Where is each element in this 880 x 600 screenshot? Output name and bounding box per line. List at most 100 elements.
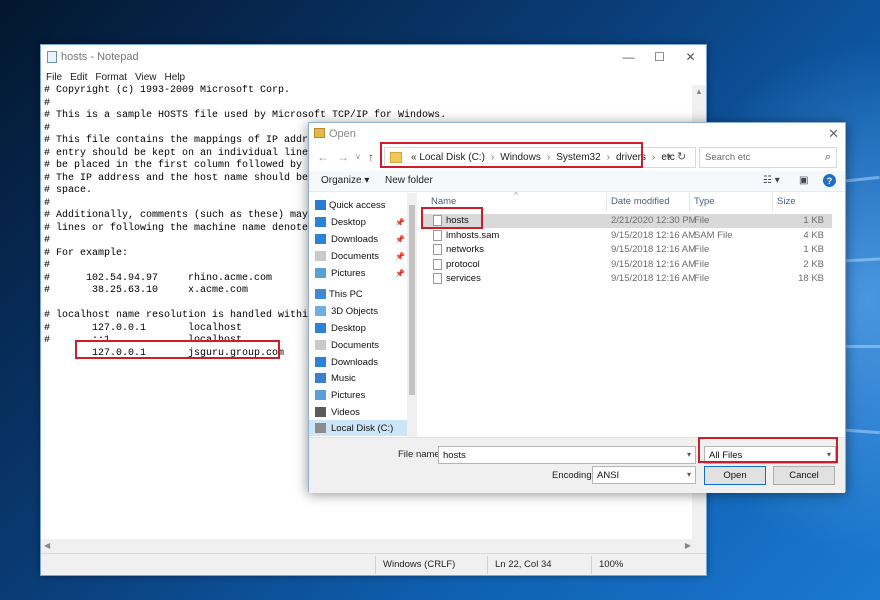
notepad-app-icon [47,51,57,63]
close-button[interactable]: ✕ [675,45,706,69]
nav-item[interactable]: Downloads 📌 [309,231,407,247]
nav-item[interactable]: Quick access [309,197,407,213]
text-line: # Copyright (c) 1993-2009 Microsoft Corp… [44,85,291,96]
file-row[interactable]: networks 9/15/2018 12:16 AM File 1 KB [422,243,832,257]
minimize-button[interactable]: — [613,45,644,69]
file-name-value: hosts [443,449,466,461]
open-button[interactable]: Open [704,466,766,485]
nav-item[interactable]: 3D Objects [309,303,407,319]
scroll-up-icon[interactable]: ▲ [695,87,703,96]
dialog-toolbar: Organize ▾ New folder ☷ ▾ ▣ ? [309,171,845,192]
refresh-icon[interactable]: ↻ [677,150,686,163]
file-type: SAM File [694,229,733,241]
menu-help[interactable]: Help [165,72,186,83]
organize-button[interactable]: Organize ▾ [321,175,369,186]
address-dropdown-icon[interactable]: ▾ [667,152,671,161]
nav-item[interactable]: Desktop 📌 [309,214,407,230]
search-placeholder: Search etc [705,152,751,163]
view-options-icon[interactable]: ☷ ▾ [763,175,780,186]
file-name: protocol [446,258,480,270]
nav-item-label: Pictures [331,267,366,279]
column-date-modified[interactable]: Date modified [611,196,670,207]
status-zoom: 100% [599,559,624,570]
menu-view[interactable]: View [135,72,157,83]
scroll-left-icon[interactable]: ◀ [44,541,50,550]
forward-arrow-icon[interactable]: → [337,150,349,164]
menu-file[interactable]: File [46,72,62,83]
nav-item[interactable]: Desktop [309,320,407,336]
pin-icon[interactable]: 📌 [395,218,405,227]
column-size[interactable]: Size [777,196,795,207]
file-row[interactable]: services 9/15/2018 12:16 AM File 18 KB [422,272,832,286]
dialog-close-icon[interactable]: ✕ [828,126,839,142]
new-folder-button[interactable]: New folder [385,175,433,186]
preview-pane-icon[interactable]: ▣ [799,175,808,186]
encoding-select[interactable]: ANSI ▾ [592,466,696,484]
desktop-icon [315,323,326,333]
hosts-file-highlight [421,207,483,229]
file-date: 9/15/2018 12:16 AM [611,273,697,285]
file-type: File [694,244,710,256]
chevron-down-icon[interactable]: ▾ [687,470,691,479]
nav-item[interactable]: Local Disk (C:) [309,420,407,436]
navigation-scrollbar[interactable] [407,193,417,437]
menu-format[interactable]: Format [95,72,127,83]
file-list: Name ^ Date modified Type Size hosts 2/21… [422,191,842,437]
file-row[interactable]: hosts 2/21/2020 12:30 PM File 1 KB [422,214,832,228]
pin-icon[interactable]: 📌 [395,269,405,278]
menu-edit[interactable]: Edit [70,72,87,83]
music-icon [315,373,326,383]
documents-icon [315,251,326,261]
file-size: 18 KB [798,273,824,285]
drive-icon [315,423,326,433]
file-date: 2/21/2020 12:30 PM [611,215,697,226]
nav-item[interactable]: Documents 📌 [309,248,407,264]
file-size: 1 KB [803,215,824,226]
notepad-titlebar[interactable]: hosts - Notepad — ☐ ✕ [41,45,706,69]
horizontal-scrollbar[interactable]: ◀ ▶ [41,539,694,553]
file-size: 2 KB [803,258,824,270]
nav-item-label: Documents [331,250,380,262]
nav-item[interactable]: Pictures [309,387,407,403]
column-type[interactable]: Type [694,196,715,207]
nav-item-label: Downloads [331,233,378,245]
nav-item[interactable]: Music [309,370,407,386]
recent-locations-icon[interactable]: ∨ [355,152,361,161]
file-icon [433,258,442,270]
chevron-down-icon[interactable]: ▾ [687,450,691,459]
cancel-button[interactable]: Cancel [773,466,835,485]
notepad-status-bar: Windows (CRLF) Ln 22, Col 34 100% [41,553,706,575]
text-line: # This is a sample HOSTS file used by Mi… [44,110,447,121]
nav-item-label: Desktop [331,216,366,228]
nav-item-label: Videos [331,406,360,418]
file-name-input[interactable]: hosts ▾ [438,446,696,464]
maximize-button[interactable]: ☐ [644,45,675,69]
navigation-pane: Quick access Desktop 📌 Downloads 📌 Documents 📌… [309,193,418,437]
scroll-right-icon[interactable]: ▶ [685,541,691,550]
pin-icon[interactable]: 📌 [395,235,405,244]
text-line: # [44,97,51,109]
videos-icon [315,407,326,417]
search-input[interactable]: Search etc ⌕ [699,147,837,168]
nav-item-label: Downloads [331,356,378,368]
nav-item[interactable]: This PC [309,286,407,302]
file-name-label: File name: [398,449,443,460]
file-date: 9/15/2018 12:16 AM [611,244,697,256]
pin-icon[interactable]: 📌 [395,252,405,261]
nav-item[interactable]: Pictures 📌 [309,265,407,281]
up-arrow-icon[interactable]: ↑ [368,150,374,164]
nav-item-label: This PC [329,288,363,300]
file-icon [433,244,442,256]
nav-item-label: Desktop [331,322,366,334]
back-arrow-icon[interactable]: ← [317,150,329,164]
file-row[interactable]: lmhosts.sam 9/15/2018 12:16 AM SAM File 4 K… [422,229,832,243]
nav-item[interactable]: Videos [309,404,407,420]
nav-item[interactable]: Downloads [309,354,407,370]
help-icon[interactable]: ? [823,174,836,187]
folder-icon [314,128,325,138]
file-row[interactable]: protocol 9/15/2018 12:16 AM File 2 KB [422,258,832,272]
download-icon [315,357,326,367]
scroll-thumb[interactable] [409,205,415,395]
nav-item[interactable]: Documents [309,337,407,353]
column-name[interactable]: Name [431,196,456,207]
